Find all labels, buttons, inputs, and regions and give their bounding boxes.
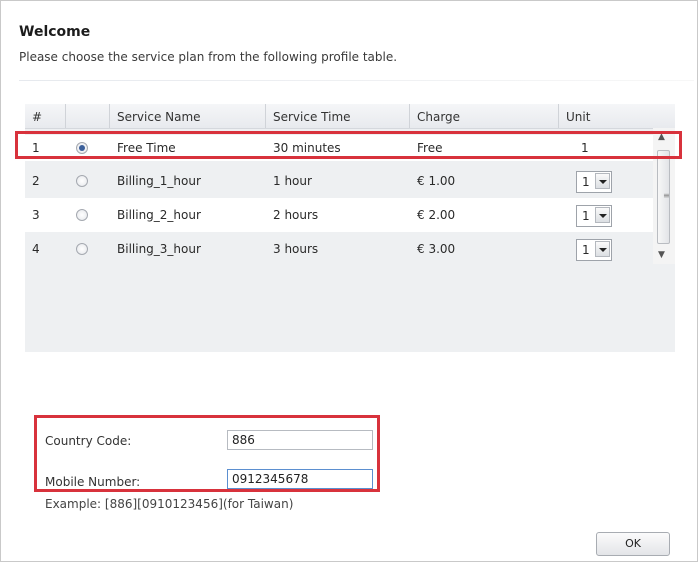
example-hint: Example: [886][0910123456](for Taiwan): [45, 497, 294, 511]
service-name: Billing_1_hour: [117, 174, 201, 188]
unit-dropdown[interactable]: 1: [576, 205, 612, 227]
scroll-grip-icon: ≡: [663, 191, 670, 200]
plan-radio[interactable]: [76, 243, 88, 255]
column-separator: [65, 104, 66, 128]
row-number: 3: [32, 208, 40, 222]
column-header-service-time: Service Time: [273, 110, 351, 124]
chevron-down-icon[interactable]: [595, 241, 610, 257]
scroll-down-icon[interactable]: ▼: [658, 250, 665, 260]
column-header-service-name: Service Name: [117, 110, 201, 124]
mobile-number-input[interactable]: [227, 469, 373, 489]
unit-dropdown-value: 1: [582, 243, 590, 257]
divider: [19, 80, 694, 81]
charge: € 2.00: [417, 208, 456, 222]
plan-radio[interactable]: [76, 175, 88, 187]
country-code-input[interactable]: [227, 430, 373, 450]
column-separator: [109, 104, 110, 128]
row-number: 2: [32, 174, 40, 188]
column-separator: [409, 104, 410, 128]
row-number: 4: [32, 242, 40, 256]
column-header-number: #: [32, 110, 43, 124]
selected-row-highlight: [15, 131, 682, 159]
unit-dropdown[interactable]: 1: [576, 239, 612, 261]
unit-dropdown-value: 1: [582, 209, 590, 223]
page-subtitle: Please choose the service plan from the …: [19, 50, 398, 64]
service-name: Billing_3_hour: [117, 242, 201, 256]
charge: € 1.00: [417, 174, 456, 188]
page-title: Welcome: [19, 24, 91, 40]
table-row[interactable]: 3 Billing_2_hour 2 hours € 2.00 1: [25, 198, 653, 232]
column-header-charge: Charge: [417, 110, 461, 124]
column-separator: [265, 104, 266, 128]
country-code-label: Country Code:: [45, 434, 132, 448]
unit-dropdown[interactable]: 1: [576, 171, 612, 193]
chevron-down-icon[interactable]: [595, 173, 610, 189]
plan-radio[interactable]: [76, 209, 88, 221]
charge: € 3.00: [417, 242, 456, 256]
unit-dropdown-value: 1: [582, 175, 590, 189]
chevron-down-icon[interactable]: [595, 207, 610, 223]
table-row[interactable]: 4 Billing_3_hour 3 hours € 3.00 1: [25, 232, 653, 266]
service-name: Billing_2_hour: [117, 208, 201, 222]
service-time: 2 hours: [273, 208, 319, 222]
ok-button[interactable]: OK: [596, 532, 670, 556]
column-separator: [558, 104, 559, 128]
service-time: 3 hours: [273, 242, 319, 256]
scrollbar-thumb[interactable]: ≡: [657, 150, 670, 244]
column-header-unit: Unit: [566, 110, 591, 124]
table-header: # Service Name Service Time Charge Unit: [25, 104, 675, 129]
service-time: 1 hour: [273, 174, 312, 188]
mobile-number-label: Mobile Number:: [45, 475, 141, 489]
table-row[interactable]: 2 Billing_1_hour 1 hour € 1.00 1: [25, 164, 653, 198]
